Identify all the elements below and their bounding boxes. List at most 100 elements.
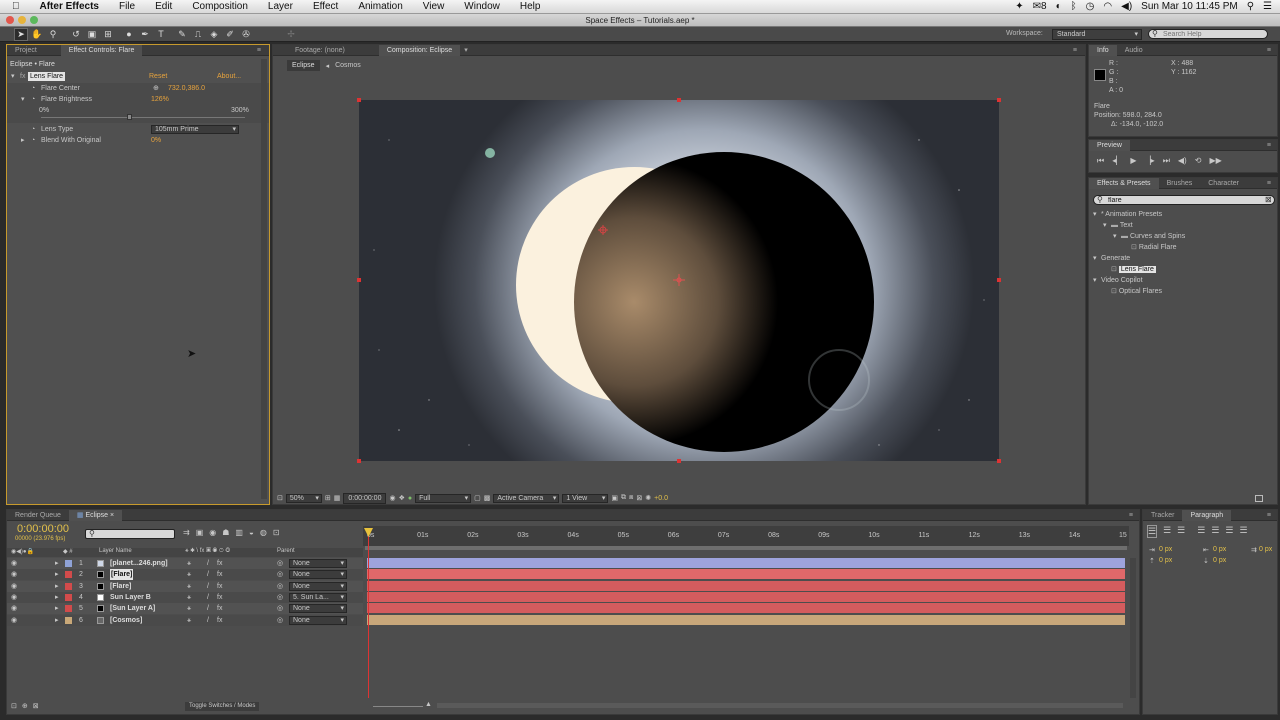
tab-render-queue[interactable]: Render Queue <box>7 510 69 521</box>
views-dropdown[interactable]: 1 View ▾ <box>562 493 609 503</box>
exposure-value[interactable]: +0.0 <box>654 495 668 502</box>
layer-duration-bar[interactable] <box>367 569 1125 580</box>
layer-duration-bar[interactable] <box>367 614 1125 625</box>
tab-character[interactable]: Character <box>1200 178 1247 189</box>
notification-icon[interactable]: ☰ <box>1263 1 1272 12</box>
visibility-eye-icon[interactable]: ◉ <box>11 569 17 580</box>
align-left-icon[interactable]: ☰ <box>1147 525 1158 538</box>
menu-clock[interactable]: Sun Mar 10 11:45 PM <box>1141 1 1238 12</box>
region-of-interest-icon[interactable]: ▢ <box>474 494 481 502</box>
layer-label-color[interactable] <box>65 571 72 579</box>
parent-pickwhip-icon[interactable]: ◎ <box>277 569 283 580</box>
layer-name[interactable]: [Cosmos] <box>110 615 142 626</box>
current-time-indicator[interactable] <box>368 528 369 698</box>
panel-menu-icon[interactable]: ≡ <box>1267 47 1277 54</box>
layer-duration-bar[interactable] <box>367 580 1125 591</box>
fx-switch-icon[interactable]: fx <box>217 603 222 614</box>
brightness-slider[interactable] <box>41 117 245 118</box>
fx-switch-icon[interactable]: fx <box>217 558 222 569</box>
parent-pickwhip-icon[interactable]: ◎ <box>277 581 283 592</box>
pen-tool-icon[interactable]: ✒ <box>138 28 152 41</box>
color-channel-icon[interactable]: ● <box>408 495 412 502</box>
parent-dropdown[interactable]: None ▾ <box>289 615 347 625</box>
layer-row[interactable]: ◉ ▸ 6 [Cosmos] ⚹ / fx ◎ None ▾ <box>7 614 363 626</box>
last-frame-icon[interactable]: ⏭ <box>1163 156 1170 166</box>
quality-switch-icon[interactable]: / <box>207 558 209 569</box>
pan-behind-tool-icon[interactable]: ⊞ <box>101 28 115 41</box>
lock-icon[interactable]: ▾ <box>460 46 468 54</box>
expand-arrow-icon[interactable]: ▸ <box>55 558 59 569</box>
layer-label-color[interactable] <box>65 593 72 601</box>
layer-handle[interactable] <box>997 278 1001 282</box>
layer-handle[interactable] <box>677 459 681 463</box>
expand-arrow-icon[interactable]: ▸ <box>55 603 59 614</box>
layer-label-color[interactable] <box>65 616 72 624</box>
quality-switch-icon[interactable]: / <box>207 569 209 580</box>
panel-menu-icon[interactable]: ≡ <box>1267 512 1277 519</box>
apple-icon[interactable]:  <box>0 0 30 14</box>
camera-dropdown[interactable]: Active Camera ▾ <box>493 493 560 503</box>
tab-audio[interactable]: Audio <box>1117 45 1151 56</box>
tab-brushes[interactable]: Brushes <box>1159 178 1201 189</box>
disclosure-arrow-icon[interactable]: ▾ <box>1093 209 1101 220</box>
previous-frame-icon[interactable]: ◂▏ <box>1112 156 1122 166</box>
visibility-eye-icon[interactable]: ◉ <box>11 581 17 592</box>
panel-menu-icon[interactable]: ≡ <box>1129 512 1139 519</box>
effects-tree-item[interactable]: ▾ * Animation Presets <box>1089 209 1277 220</box>
tab-effect-controls[interactable]: Effect Controls: Flare <box>60 44 143 56</box>
panel-menu-icon[interactable]: ≡ <box>1267 180 1277 187</box>
menu-window[interactable]: Window <box>454 0 510 14</box>
quality-switch-icon[interactable]: / <box>207 603 209 614</box>
effects-tree-item[interactable]: ▾ Generate <box>1089 253 1277 264</box>
slider-thumb[interactable] <box>126 114 132 120</box>
rotate-tool-icon[interactable]: ↺ <box>69 28 83 41</box>
grid-icon[interactable]: ▦ <box>334 494 341 502</box>
menu-view[interactable]: View <box>413 0 455 14</box>
layer-handle[interactable] <box>357 98 361 102</box>
indent-right-field[interactable]: 0 px <box>1213 546 1226 553</box>
shy-switch-icon[interactable]: ⚹ <box>187 615 191 626</box>
stopwatch-icon[interactable]: ◔ <box>31 124 35 135</box>
layer-row[interactable]: ◉ ▸ 3 [Flare] ⚹ / fx ◎ None ▾ <box>7 580 363 592</box>
expand-arrow-icon[interactable]: ▸ <box>55 615 59 626</box>
visibility-eye-icon[interactable]: ◉ <box>11 558 17 569</box>
shy-icon[interactable]: ☗ <box>222 528 229 537</box>
ellipse-tool-icon[interactable]: ● <box>122 28 136 41</box>
parent-dropdown[interactable]: 5. Sun La... ▾ <box>289 592 347 602</box>
tab-info[interactable]: Info <box>1089 44 1117 56</box>
panel-menu-icon[interactable]: ≡ <box>1267 142 1277 149</box>
eraser-tool-icon[interactable]: ◈ <box>207 28 221 41</box>
next-frame-icon[interactable]: ▕▸ <box>1145 156 1155 166</box>
justify-center-icon[interactable]: ☰ <box>1211 525 1219 538</box>
parent-dropdown[interactable]: None ▾ <box>289 581 347 591</box>
fx-icon[interactable]: fx <box>20 71 25 82</box>
tab-effects-presets[interactable]: Effects & Presets <box>1089 177 1159 189</box>
ram-preview-icon[interactable]: ▶▶ <box>1209 156 1221 166</box>
menu-layer[interactable]: Layer <box>258 0 303 14</box>
layer-row[interactable]: ◉ ▸ 5 [Sun Layer A] ⚹ / fx ◎ None ▾ <box>7 603 363 615</box>
tab-tracker[interactable]: Tracker <box>1143 510 1182 521</box>
reset-button[interactable]: Reset <box>149 71 167 82</box>
shy-switch-icon[interactable]: ⚹ <box>187 569 191 580</box>
mail-status-icon[interactable]: ✉8 <box>1033 1 1047 12</box>
layer-label-color[interactable] <box>65 560 72 567</box>
selection-tool-icon[interactable]: ➤ <box>14 27 28 41</box>
tab-composition[interactable]: Composition: Eclipse <box>378 44 461 56</box>
layer-name[interactable]: [planet...246.png] <box>110 558 168 569</box>
close-window-button[interactable] <box>6 16 14 24</box>
layer-label-color[interactable] <box>65 582 72 590</box>
clone-stamp-tool-icon[interactable]: ⎍ <box>191 28 205 41</box>
layer-duration-bar[interactable] <box>367 603 1125 614</box>
tab-footage[interactable]: Footage: (none) <box>287 45 353 56</box>
parent-pickwhip-icon[interactable]: ◎ <box>277 615 283 626</box>
menu-help[interactable]: Help <box>510 0 551 14</box>
shy-switch-icon[interactable]: ⚹ <box>187 558 191 569</box>
zoom-tool-icon[interactable]: ⚲ <box>46 28 60 41</box>
loop-icon[interactable]: ⟲ <box>1195 156 1202 166</box>
frame-blending-icon[interactable]: ▥ <box>235 528 243 537</box>
layer-row[interactable]: ◉ ▸ 1 [planet...246.png] ⚹ / fx ◎ None ▾ <box>7 558 363 569</box>
parent-dropdown[interactable]: None ▾ <box>289 604 347 614</box>
wifi-icon[interactable]: ◠ <box>1103 1 1112 12</box>
first-line-field[interactable]: 0 px <box>1259 546 1272 553</box>
expand-arrow-icon[interactable]: ▸ <box>55 592 59 603</box>
